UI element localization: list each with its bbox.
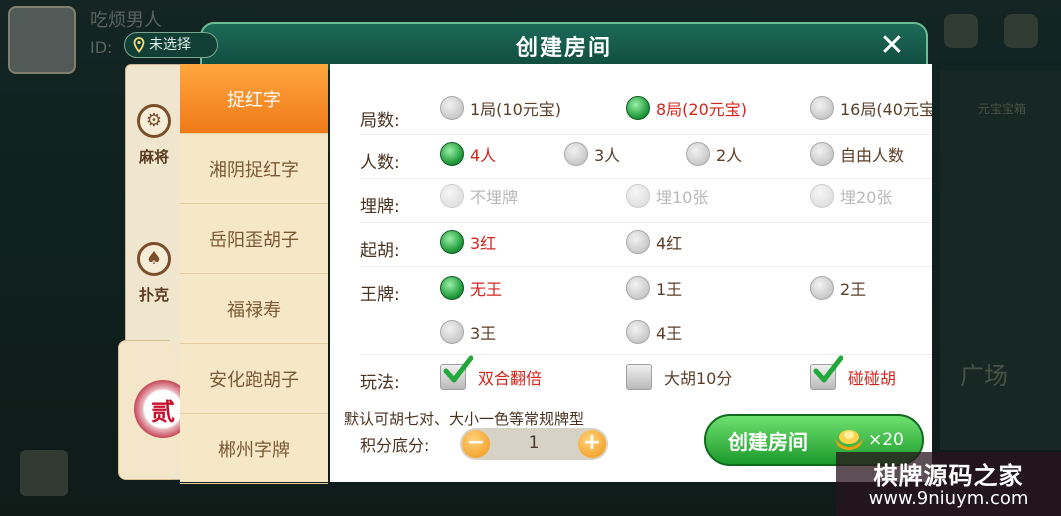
create-room-label: 创建房间: [728, 429, 808, 454]
rounds-label: 局数:: [360, 111, 400, 131]
gold-ingot-icon: [834, 430, 864, 450]
dialog-header: 创建房间 ✕: [200, 22, 928, 70]
plus-button[interactable]: +: [578, 430, 606, 458]
create-cost: ×20: [868, 430, 904, 450]
players-option-4[interactable]: 4人: [440, 142, 496, 166]
tab-poker-label: 扑克: [138, 285, 169, 304]
divider: [360, 178, 932, 179]
game-item-anhua[interactable]: 安化跑胡子: [180, 344, 328, 414]
watermark-title: 棋牌源码之家: [873, 462, 1024, 490]
king-option-1[interactable]: 1王: [626, 276, 682, 300]
start-hu-label: 起胡:: [360, 241, 400, 261]
radio-selected-icon: [440, 230, 464, 254]
divider: [360, 222, 932, 223]
radio-selected-icon: [440, 142, 464, 166]
score-stepper: 1 − +: [460, 428, 608, 460]
radio-selected-icon: [440, 276, 464, 300]
bury-option-none: 不埋牌: [440, 184, 518, 208]
radio-icon: [626, 276, 650, 300]
radio-icon: [626, 320, 650, 344]
score-label: 积分底分:: [360, 436, 430, 455]
mahjong-tile-icon: ⚙: [137, 103, 171, 138]
rounds-option-16[interactable]: 16局(40元宝: [810, 96, 932, 120]
radio-icon: [686, 142, 710, 166]
location-selector[interactable]: 未选择: [124, 32, 218, 58]
play-option-pengpeng[interactable]: 碰碰胡: [810, 355, 896, 390]
location-pin-icon: [133, 37, 145, 53]
game-item-fulushou[interactable]: 福禄寿: [180, 274, 328, 344]
radio-disabled-icon: [810, 184, 834, 208]
tab-mahjong-label: 麻将: [138, 147, 169, 166]
watermark-url: www.9niuym.com: [868, 488, 1029, 509]
radio-disabled-icon: [626, 184, 650, 208]
radio-icon: [810, 142, 834, 166]
king-option-none[interactable]: 无王: [440, 276, 502, 300]
bury-label: 埋牌:: [360, 197, 400, 217]
dialog-title: 创建房间: [515, 36, 612, 61]
rounds-option-1[interactable]: 1局(10元宝): [440, 96, 561, 120]
rounds-option-8[interactable]: 8局(20元宝): [626, 96, 747, 120]
checkbox-checked-icon: [440, 355, 473, 390]
close-icon[interactable]: ✕: [876, 30, 908, 62]
bury-option-10: 埋10张: [626, 184, 708, 208]
game-list: 捉红字 湘阴捉红字 岳阳歪胡子 福禄寿 安化跑胡子 郴州字牌: [180, 64, 328, 484]
players-option-3[interactable]: 3人: [564, 142, 620, 166]
play-label: 玩法:: [360, 373, 400, 393]
game-item-chenzhou[interactable]: 郴州字牌: [180, 414, 328, 484]
radio-icon: [810, 96, 834, 120]
radio-icon: [440, 96, 464, 120]
rule-note: 默认可胡七对、大小一色等常规牌型: [344, 410, 585, 428]
radio-icon: [810, 276, 834, 300]
players-option-2[interactable]: 2人: [686, 142, 742, 166]
players-option-free[interactable]: 自由人数: [810, 142, 904, 166]
start-hu-option-4[interactable]: 4红: [626, 230, 682, 254]
king-label: 王牌:: [360, 285, 400, 305]
tab-poker[interactable]: ♠ 扑克: [126, 203, 182, 343]
game-item-zhuohongzi[interactable]: 捉红字: [180, 64, 328, 134]
radio-icon: [564, 142, 588, 166]
players-label: 人数:: [360, 153, 400, 173]
game-item-xiangyin[interactable]: 湘阴捉红字: [180, 134, 328, 204]
radio-selected-icon: [626, 96, 650, 120]
spade-icon: ♠: [137, 241, 171, 276]
checkbox-checked-icon: [810, 355, 843, 390]
create-room-dialog: 创建房间 ✕ 未选择 ⚙ 麻将 ♠ 扑克 贰 捉红字 湘阴捉红字 岳阳歪胡子 福…: [118, 22, 940, 488]
radio-disabled-icon: [440, 184, 464, 208]
divider: [360, 134, 932, 135]
watermark: 棋牌源码之家 www.9niuym.com: [836, 452, 1061, 516]
bury-option-20: 埋20张: [810, 184, 892, 208]
play-option-shuanghe[interactable]: 双合翻倍: [440, 355, 542, 390]
minus-button[interactable]: −: [462, 430, 490, 458]
start-hu-option-3[interactable]: 3红: [440, 230, 496, 254]
game-item-yueyang[interactable]: 岳阳歪胡子: [180, 204, 328, 274]
tab-mahjong[interactable]: ⚙ 麻将: [126, 65, 182, 205]
king-option-2[interactable]: 2王: [810, 276, 866, 300]
king-option-4[interactable]: 4王: [626, 320, 682, 344]
divider: [360, 266, 932, 267]
play-option-dahu[interactable]: 大胡10分: [626, 364, 732, 390]
location-label: 未选择: [149, 37, 191, 53]
radio-icon: [440, 320, 464, 344]
checkbox-icon: [626, 364, 652, 390]
king-option-3[interactable]: 3王: [440, 320, 496, 344]
radio-icon: [626, 230, 650, 254]
